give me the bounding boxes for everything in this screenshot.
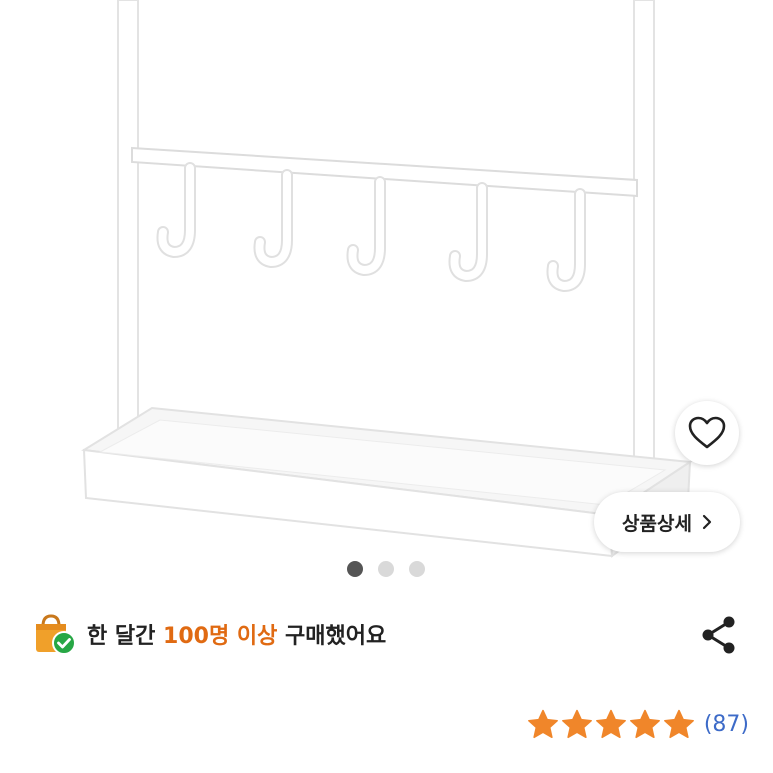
purchase-highlight: 100명 이상 xyxy=(163,624,278,649)
purchase-prefix: 한 달간 xyxy=(87,624,164,649)
star-icon xyxy=(595,709,626,739)
product-image[interactable] xyxy=(0,0,773,560)
review-count[interactable]: (87) xyxy=(704,712,749,737)
star-icon xyxy=(561,709,592,739)
carousel-dot[interactable] xyxy=(378,561,394,577)
star-rating xyxy=(527,709,695,740)
chevron-right-icon xyxy=(702,514,712,530)
purchase-count-text: 한 달간 100명 이상 구매했어요 xyxy=(87,618,386,650)
product-detail-label: 상품상세 xyxy=(622,512,692,535)
purchase-suffix: 구매했어요 xyxy=(277,624,387,649)
rating[interactable]: (87) xyxy=(527,709,749,740)
star-icon xyxy=(663,709,694,739)
carousel-indicator xyxy=(347,561,425,577)
star-icon xyxy=(527,709,558,739)
carousel-dot[interactable] xyxy=(409,561,425,577)
wishlist-button[interactable] xyxy=(675,401,739,465)
shopping-bag-check-icon xyxy=(36,614,75,655)
star-icon xyxy=(629,709,660,739)
carousel-dot[interactable] xyxy=(347,561,363,577)
hanger-rack-illustration xyxy=(81,0,693,558)
product-detail-button[interactable]: 상품상세 xyxy=(594,492,740,552)
purchase-info: 한 달간 100명 이상 구매했어요 xyxy=(33,612,386,656)
share-button[interactable] xyxy=(699,614,739,656)
share-icon xyxy=(702,616,735,654)
heart-icon xyxy=(688,416,726,449)
